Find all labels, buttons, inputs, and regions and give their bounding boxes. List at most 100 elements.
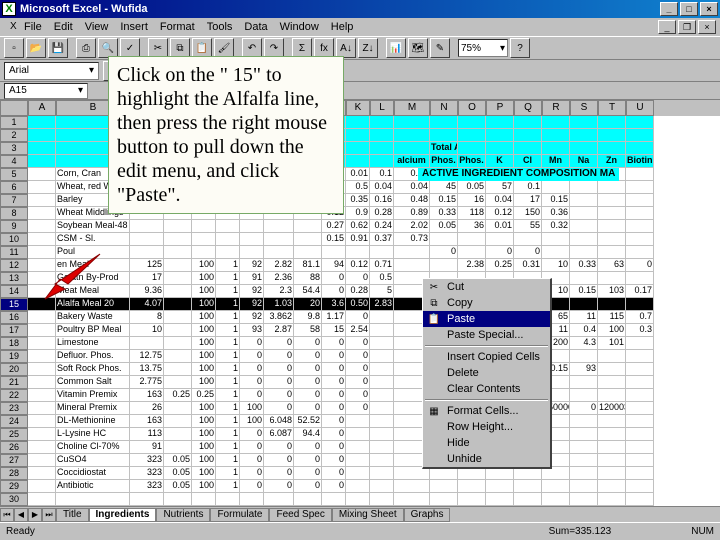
menu-view[interactable]: View (79, 20, 115, 34)
draw-icon[interactable]: ✎ (430, 38, 450, 58)
row-header[interactable]: 1 (0, 116, 28, 129)
col-header[interactable]: L (370, 100, 394, 116)
row-header[interactable]: 12 (0, 259, 28, 272)
cm-hide[interactable]: Hide (423, 435, 550, 451)
col-header[interactable]: P (486, 100, 514, 116)
col-header[interactable]: R (542, 100, 570, 116)
close-button[interactable]: × (700, 2, 718, 16)
row-header[interactable]: 10 (0, 233, 28, 246)
cm-row-height[interactable]: Row Height... (423, 419, 550, 435)
col-header[interactable]: S (570, 100, 598, 116)
row-header[interactable]: 30 (0, 493, 28, 506)
doc-close-button[interactable]: × (698, 20, 716, 34)
row-header[interactable]: 25 (0, 428, 28, 441)
row-header[interactable]: 18 (0, 337, 28, 350)
row-header[interactable]: 22 (0, 389, 28, 402)
menu-window[interactable]: Window (274, 20, 325, 34)
maximize-button[interactable]: □ (680, 2, 698, 16)
col-header[interactable]: K (346, 100, 370, 116)
cm-insert-copied[interactable]: Insert Copied Cells (423, 349, 550, 365)
tab-mixing[interactable]: Mixing Sheet (332, 508, 404, 522)
fx-icon[interactable]: fx (314, 38, 334, 58)
row-header[interactable]: 24 (0, 415, 28, 428)
col-header[interactable]: Q (514, 100, 542, 116)
row-header[interactable]: 21 (0, 376, 28, 389)
name-box[interactable]: A15▾ (4, 83, 88, 99)
menu-insert[interactable]: Insert (114, 20, 154, 34)
paste-icon[interactable]: 📋 (192, 38, 212, 58)
col-header[interactable]: A (28, 100, 56, 116)
row-header[interactable]: 7 (0, 194, 28, 207)
undo-icon[interactable]: ↶ (242, 38, 262, 58)
row-header[interactable]: 5 (0, 168, 28, 181)
chart-icon[interactable]: 📊 (386, 38, 406, 58)
help-icon[interactable]: ? (510, 38, 530, 58)
font-combo[interactable]: Arial▾ (4, 62, 99, 80)
row-header[interactable]: 6 (0, 181, 28, 194)
cm-cut[interactable]: ✂Cut (423, 279, 550, 295)
sort-asc-icon[interactable]: A↓ (336, 38, 356, 58)
tab-next-icon[interactable]: ▶ (28, 508, 42, 522)
menu-format[interactable]: Format (154, 20, 201, 34)
preview-icon[interactable]: 🔍 (98, 38, 118, 58)
row-header[interactable]: 26 (0, 441, 28, 454)
open-icon[interactable]: 📂 (26, 38, 46, 58)
new-icon[interactable]: ▫ (4, 38, 24, 58)
row-header[interactable]: 29 (0, 480, 28, 493)
row-header[interactable]: 15 (0, 298, 28, 311)
row-header[interactable]: 17 (0, 324, 28, 337)
map-icon[interactable]: 🗺 (408, 38, 428, 58)
col-header[interactable]: T (598, 100, 626, 116)
cm-paste[interactable]: 📋Paste (423, 311, 550, 327)
cm-clear[interactable]: Clear Contents (423, 381, 550, 397)
cm-format-cells[interactable]: ▦Format Cells... (423, 403, 550, 419)
sum-icon[interactable]: Σ (292, 38, 312, 58)
row-header[interactable]: 8 (0, 207, 28, 220)
doc-minimize-button[interactable]: _ (658, 20, 676, 34)
save-icon[interactable]: 💾 (48, 38, 68, 58)
row-header[interactable]: 4 (0, 155, 28, 168)
row-header[interactable]: 11 (0, 246, 28, 259)
select-all-corner[interactable] (0, 100, 28, 116)
col-header[interactable]: M (394, 100, 430, 116)
col-header[interactable]: U (626, 100, 654, 116)
menu-tools[interactable]: Tools (201, 20, 239, 34)
tab-prev-icon[interactable]: ◀ (14, 508, 28, 522)
row-header[interactable]: 19 (0, 350, 28, 363)
cm-delete[interactable]: Delete (423, 365, 550, 381)
row-header[interactable]: 13 (0, 272, 28, 285)
tab-feedspec[interactable]: Feed Spec (269, 508, 331, 522)
cm-paste-special[interactable]: Paste Special... (423, 327, 550, 343)
print-icon[interactable]: ⎙ (76, 38, 96, 58)
tab-first-icon[interactable]: ⏮ (0, 508, 14, 522)
minimize-button[interactable]: _ (660, 2, 678, 16)
row-header[interactable]: 9 (0, 220, 28, 233)
cm-unhide[interactable]: Unhide (423, 451, 550, 467)
tab-graphs[interactable]: Graphs (404, 508, 451, 522)
sort-desc-icon[interactable]: Z↓ (358, 38, 378, 58)
cut-icon[interactable]: ✂ (148, 38, 168, 58)
cm-copy[interactable]: ⧉Copy (423, 295, 550, 311)
row-header[interactable]: 27 (0, 454, 28, 467)
spell-icon[interactable]: ✓ (120, 38, 140, 58)
tab-ingredients[interactable]: Ingredients (89, 508, 157, 522)
col-header[interactable]: N (430, 100, 458, 116)
tab-formulate[interactable]: Formulate (210, 508, 269, 522)
row-header[interactable]: 20 (0, 363, 28, 376)
tab-nutrients[interactable]: Nutrients (156, 508, 210, 522)
menu-data[interactable]: Data (238, 20, 273, 34)
row-header[interactable]: 28 (0, 467, 28, 480)
row-header[interactable]: 16 (0, 311, 28, 324)
tab-last-icon[interactable]: ⏭ (42, 508, 56, 522)
doc-restore-button[interactable]: ❐ (678, 20, 696, 34)
zoom-combo[interactable]: 75%▾ (458, 39, 508, 57)
menu-edit[interactable]: Edit (48, 20, 79, 34)
menu-help[interactable]: Help (325, 20, 360, 34)
row-header[interactable]: 23 (0, 402, 28, 415)
redo-icon[interactable]: ↷ (264, 38, 284, 58)
col-header[interactable]: O (458, 100, 486, 116)
menu-file[interactable]: File (18, 20, 48, 34)
copy-icon[interactable]: ⧉ (170, 38, 190, 58)
row-header[interactable]: 3 (0, 142, 28, 155)
tab-title[interactable]: Title (56, 508, 89, 522)
